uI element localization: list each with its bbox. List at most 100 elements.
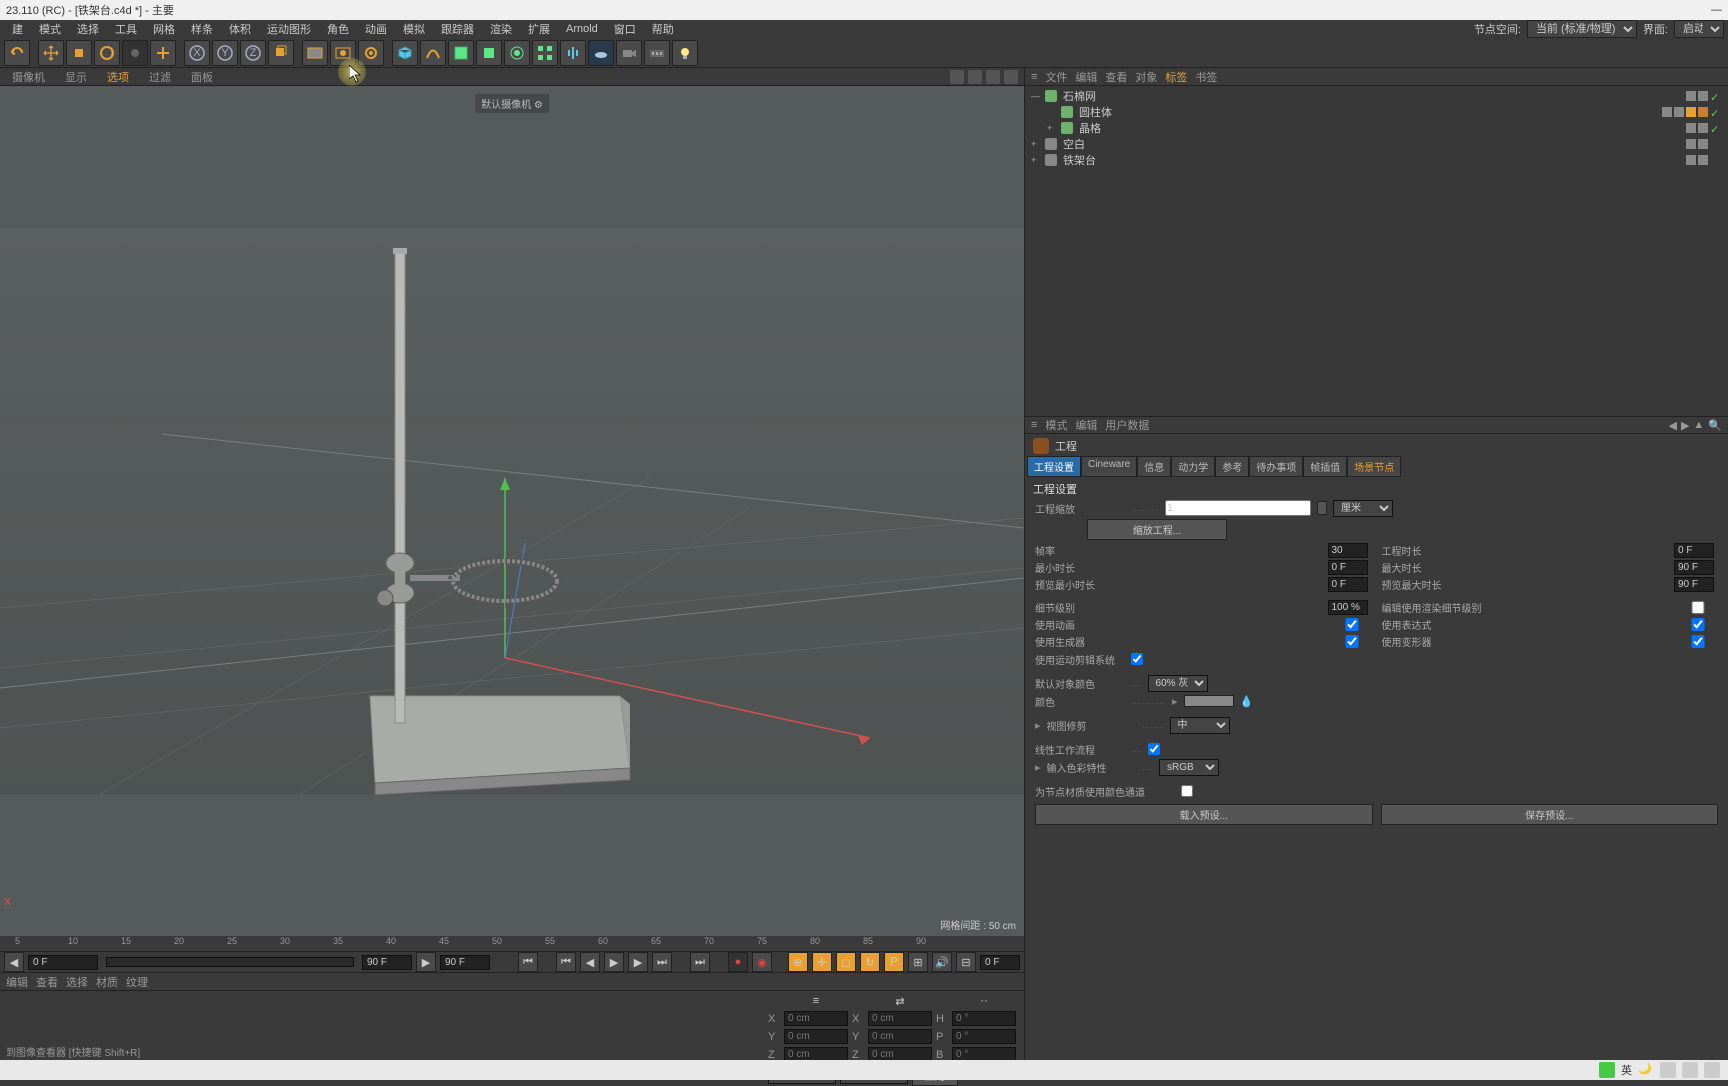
- add-deformer[interactable]: [476, 40, 502, 66]
- attr-fwd[interactable]: ▶: [1681, 419, 1689, 432]
- dur-input[interactable]: [1674, 543, 1714, 558]
- om-view[interactable]: 查看: [1105, 69, 1127, 85]
- lin-check[interactable]: [1148, 743, 1160, 755]
- nodespace-select[interactable]: 当前 (标准/物理): [1527, 20, 1637, 38]
- prop-scale-unit[interactable]: 厘米: [1333, 500, 1393, 517]
- record-key[interactable]: ●: [728, 952, 748, 972]
- menu-help[interactable]: 帮助: [644, 19, 682, 39]
- timeline-slider[interactable]: [106, 957, 354, 967]
- tree-row[interactable]: + 晶格 ✓: [1027, 120, 1726, 136]
- max-input[interactable]: [1674, 560, 1714, 575]
- clip-select[interactable]: 中: [1170, 717, 1230, 734]
- attrmenu-icon[interactable]: ≡: [1031, 419, 1037, 431]
- objmenu-icon[interactable]: ≡: [1031, 71, 1037, 83]
- prev-frame[interactable]: ◀: [580, 952, 600, 972]
- expand-icon[interactable]: +: [1047, 123, 1057, 133]
- attr-back[interactable]: ◀: [1668, 419, 1676, 432]
- goto-end-frame[interactable]: ▶: [416, 952, 436, 972]
- am-userdata[interactable]: 用户数据: [1105, 417, 1149, 433]
- menu-animation[interactable]: 动画: [357, 19, 395, 39]
- cs-select[interactable]: sRGB: [1159, 759, 1219, 776]
- pos-x[interactable]: [784, 1011, 848, 1026]
- tab-dynamics[interactable]: 动力学: [1171, 456, 1215, 477]
- last-tool[interactable]: [122, 40, 148, 66]
- render-region[interactable]: [330, 40, 356, 66]
- vp-display[interactable]: 显示: [59, 67, 93, 87]
- mat-edit[interactable]: 编辑: [6, 974, 28, 990]
- check-tag[interactable]: [1710, 139, 1720, 149]
- object-name[interactable]: 圆柱体: [1077, 104, 1114, 120]
- check-tag[interactable]: ✓: [1710, 91, 1720, 101]
- menu-mograph[interactable]: 运动图形: [259, 19, 319, 39]
- tree-row[interactable]: 圆柱体 ✓: [1027, 104, 1726, 120]
- vp-panel[interactable]: 面板: [185, 67, 219, 87]
- eyedropper-icon[interactable]: 💧: [1240, 695, 1254, 708]
- menu-tracker[interactable]: 跟踪器: [433, 19, 482, 39]
- tree-row[interactable]: — 石棉网 ✓: [1027, 88, 1726, 104]
- y-axis-lock[interactable]: Y: [212, 40, 238, 66]
- tray-icon-1[interactable]: ▦: [1660, 1062, 1676, 1078]
- tray-moon-icon[interactable]: 🌙: [1638, 1062, 1654, 1078]
- tab-scenenodes[interactable]: 场景节点: [1347, 456, 1401, 477]
- z-axis-lock[interactable]: Z: [240, 40, 266, 66]
- add-field[interactable]: [504, 40, 530, 66]
- object-name[interactable]: 石棉网: [1061, 88, 1098, 104]
- rotate-tool[interactable]: [94, 40, 120, 66]
- col-select[interactable]: 60% 灰色: [1148, 675, 1208, 692]
- prev-key[interactable]: ⏮: [556, 952, 576, 972]
- add-cube[interactable]: [392, 40, 418, 66]
- def-check[interactable]: [1678, 635, 1718, 648]
- x-axis-lock[interactable]: X: [184, 40, 210, 66]
- fps-input[interactable]: [1328, 543, 1368, 558]
- vis-tag[interactable]: [1686, 155, 1696, 165]
- vp-icon-2[interactable]: [968, 70, 982, 84]
- attr-up[interactable]: ▲: [1693, 419, 1704, 432]
- menu-character[interactable]: 角色: [319, 19, 357, 39]
- render-settings[interactable]: [358, 40, 384, 66]
- move-tool[interactable]: [38, 40, 64, 66]
- anim-check[interactable]: [1332, 618, 1372, 631]
- tab-cineware[interactable]: Cineware: [1081, 456, 1137, 477]
- tree-row[interactable]: + 铁架台: [1027, 152, 1726, 168]
- vp-icon-4[interactable]: [1004, 70, 1018, 84]
- scale-project-button[interactable]: 缩放工程...: [1087, 519, 1227, 540]
- object-name[interactable]: 晶格: [1077, 120, 1103, 136]
- tray-icon-2[interactable]: ⊞: [1682, 1062, 1698, 1078]
- menu-tools[interactable]: 工具: [107, 19, 145, 39]
- goto-first[interactable]: ⏮: [518, 952, 538, 972]
- check-tag[interactable]: [1710, 155, 1720, 165]
- tree-row[interactable]: + 空白: [1027, 136, 1726, 152]
- size-y[interactable]: [868, 1029, 932, 1044]
- end-frame-input[interactable]: [362, 955, 412, 970]
- check-tag[interactable]: ✓: [1710, 123, 1720, 133]
- vis-tag2[interactable]: [1698, 91, 1708, 101]
- vis-tag2[interactable]: [1674, 107, 1684, 117]
- goto-start-frame[interactable]: ◀: [4, 952, 24, 972]
- key-rot[interactable]: ↻: [860, 952, 880, 972]
- menu-arnold[interactable]: Arnold: [558, 21, 606, 37]
- add-camera[interactable]: [616, 40, 642, 66]
- object-name[interactable]: 空白: [1061, 136, 1087, 152]
- mot-check[interactable]: [1131, 653, 1143, 665]
- size-x[interactable]: [868, 1011, 932, 1026]
- rot-h[interactable]: [952, 1011, 1016, 1026]
- menu-render[interactable]: 渲染: [482, 19, 520, 39]
- tray-icon-3[interactable]: ⊞: [1704, 1062, 1720, 1078]
- camera-label[interactable]: 默认摄像机 ⚙: [475, 94, 549, 113]
- vis-tag[interactable]: [1686, 139, 1696, 149]
- tab-project[interactable]: 工程设置: [1027, 456, 1081, 477]
- viewport[interactable]: 默认摄像机 ⚙ 网格间距 : 50 cm X: [0, 86, 1024, 936]
- end-frame2-input[interactable]: [440, 955, 490, 970]
- object-tree[interactable]: — 石棉网 ✓ 圆柱体 ✓ + 晶格 ✓ + 空白: [1025, 86, 1728, 416]
- next-key[interactable]: ⏭: [652, 952, 672, 972]
- attr-lock[interactable]: 🔍: [1708, 419, 1722, 432]
- pmin-input[interactable]: [1328, 577, 1368, 592]
- vis-tag2[interactable]: [1698, 123, 1708, 133]
- spin[interactable]: [1317, 501, 1327, 515]
- om-tags[interactable]: 标签: [1165, 69, 1187, 85]
- undo-button[interactable]: [4, 40, 30, 66]
- save-preset-button[interactable]: 保存预设...: [1381, 804, 1719, 825]
- vp-filter[interactable]: 过滤: [143, 67, 177, 87]
- om-file[interactable]: 文件: [1045, 69, 1067, 85]
- om-edit[interactable]: 编辑: [1075, 69, 1097, 85]
